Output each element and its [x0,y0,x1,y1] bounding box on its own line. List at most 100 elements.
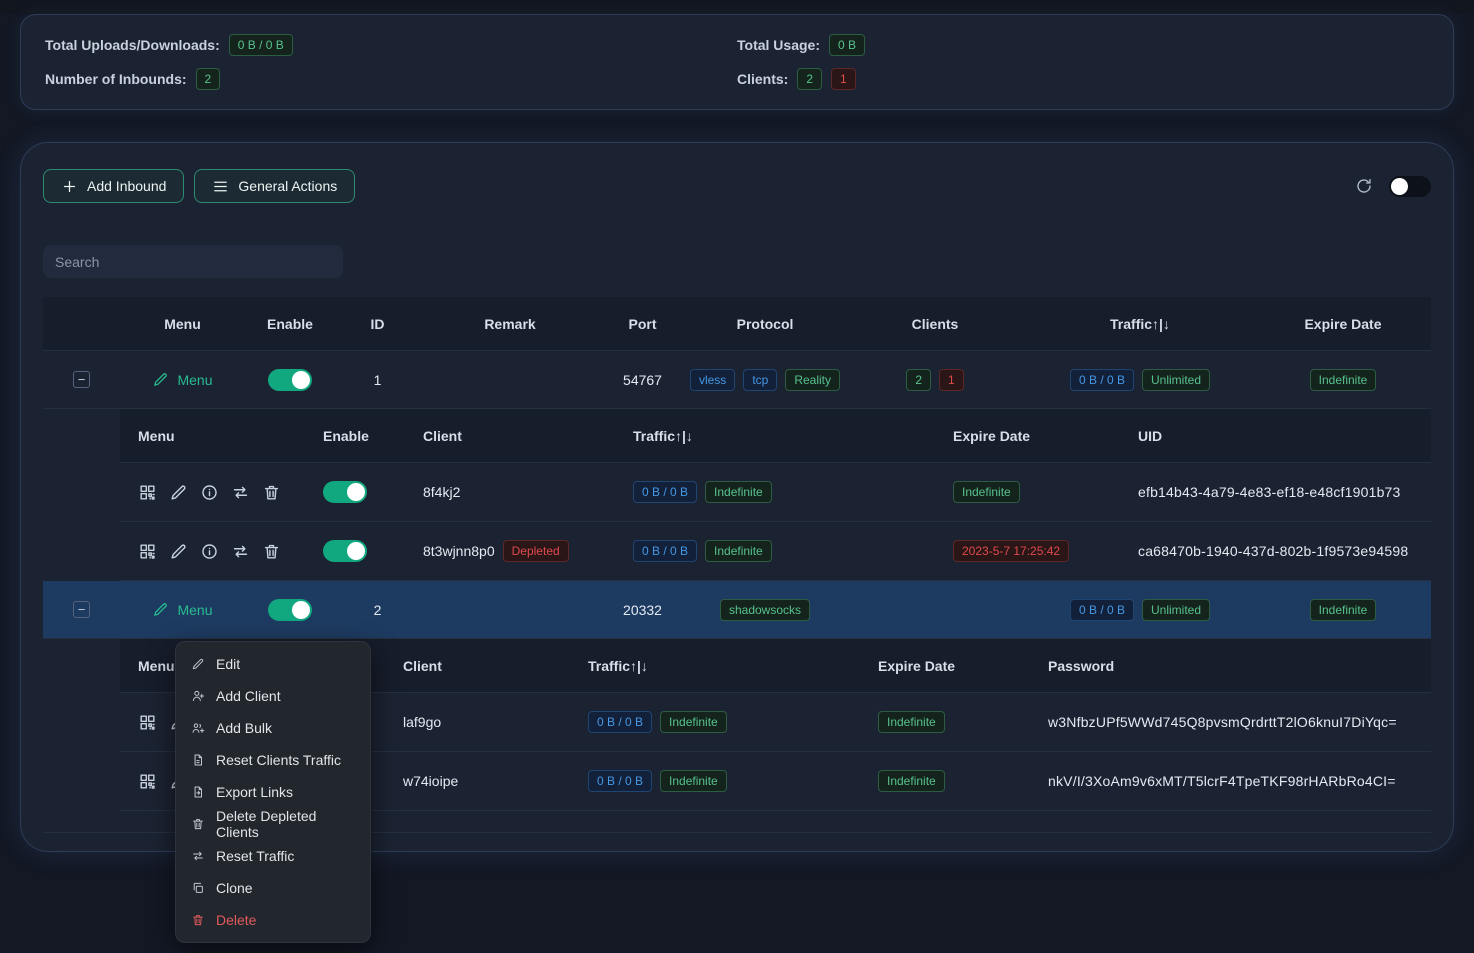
inbound-menu-button[interactable]: Menu [120,601,245,618]
add-inbound-button[interactable]: Add Inbound [43,169,184,203]
qr-code-icon[interactable] [138,542,157,561]
header-traffic-sort[interactable]: Traffic↑|↓ [1025,316,1255,332]
inbound-menu-button[interactable]: Menu [120,371,245,388]
edit-icon [152,601,169,618]
uid-value: efb14b43-4a79-4e83-ef18-e48cf1901b73 [1120,484,1431,500]
general-actions-button[interactable]: General Actions [194,169,355,203]
qr-code-icon[interactable] [138,772,157,791]
menu-item-label: Delete Depleted Clients [216,808,355,840]
protocol-badge: shadowsocks [720,599,810,621]
expire-badge: Indefinite [878,711,945,733]
info-icon[interactable] [200,483,219,502]
expire-badge: Indefinite [1310,369,1377,391]
traffic-cell: 0 B / 0 B Indefinite [570,711,860,733]
refresh-icon[interactable] [1355,177,1373,195]
clients-table-inbound-1: Menu Enable Client Traffic↑|↓ Expire Dat… [120,409,1431,581]
user-plus-icon [191,689,205,703]
traffic-cell: 0 B / 0 B Indefinite [615,481,935,503]
clients-cell: 2 1 [845,369,1025,391]
header-port: Port [600,316,685,332]
edit-icon[interactable] [169,483,188,502]
context-menu-item-reset-traffic[interactable]: Reset Traffic [176,840,370,872]
general-actions-label: General Actions [238,178,337,194]
header-password: Password [1030,658,1431,674]
inbound-row-1: − Menu 1 54767 vless tcp Reality [43,351,1431,409]
collapse-row-button[interactable]: − [73,371,90,388]
stat-value-badge: 0 B [829,34,865,56]
search-input[interactable] [43,245,343,278]
delete-icon[interactable] [262,542,281,561]
client-name-cell: 8t3wjnn8p0 Depleted [405,540,615,562]
qr-code-icon[interactable] [138,713,157,732]
collapse-row-button[interactable]: − [73,601,90,618]
expand-cell: − [43,601,120,618]
expire-badge: 2023-5-7 17:25:42 [953,540,1069,562]
plus-icon [61,178,78,195]
expand-cell: − [43,371,120,388]
qr-code-icon[interactable] [138,483,157,502]
stat-label: Total Uploads/Downloads: [45,37,220,53]
clients-depleted-badge: 1 [831,68,856,90]
header-client: Client [405,428,615,444]
toolbar: Add Inbound General Actions [43,169,1431,203]
stat-label: Number of Inbounds: [45,71,187,87]
context-menu-item-add-client[interactable]: Add Client [176,680,370,712]
protocol-badge: vless [690,369,735,391]
header-traffic-sort[interactable]: Traffic↑|↓ [615,428,935,444]
client-actions [120,542,315,561]
menu-item-label: Reset Clients Traffic [216,752,341,768]
protocol-badge: Reality [785,369,840,391]
menu-lines-icon [212,178,229,195]
delete-icon[interactable] [262,483,281,502]
inbound-enable-toggle[interactable] [268,599,312,621]
trash-icon [191,817,205,831]
context-menu-item-delete-depleted-clients[interactable]: Delete Depleted Clients [176,808,370,840]
header-menu: Menu [120,428,315,444]
client-name: 8f4kj2 [405,484,615,500]
context-menu-item-edit[interactable]: Edit [176,648,370,680]
header-traffic-sort[interactable]: Traffic↑|↓ [570,658,860,674]
menu-item-label: Delete [216,912,256,928]
context-menu-item-clone[interactable]: Clone [176,872,370,904]
context-menu-item-export-links[interactable]: Export Links [176,776,370,808]
file-refresh-icon [191,753,205,767]
swap-arrows-icon [191,849,205,863]
context-menu-item-delete[interactable]: Delete [176,904,370,936]
inbound-context-menu: Edit Add Client Add Bulk Reset Clients T… [175,641,371,943]
header-enable: Enable [245,316,335,332]
traffic-limit-badge: Indefinite [660,770,727,792]
context-menu-item-reset-clients-traffic[interactable]: Reset Clients Traffic [176,744,370,776]
theme-toggle[interactable] [1389,176,1431,197]
enable-cell [315,540,405,562]
traffic-cell: 0 B / 0 B Indefinite [570,770,860,792]
traffic-badge: 0 B / 0 B [1070,599,1134,621]
expire-date-cell: 2023-5-7 17:25:42 [935,540,1120,562]
edit-icon[interactable] [169,542,188,561]
client-enable-toggle[interactable] [323,481,367,503]
header-expire-date: Expire Date [860,658,1030,674]
menu-item-label: Export Links [216,784,293,800]
clients-table-header: Menu Enable Client Traffic↑|↓ Expire Dat… [120,409,1431,463]
stat-value-badge: 2 [196,68,221,90]
stat-label: Clients: [737,71,788,87]
header-expire-date: Expire Date [935,428,1120,444]
client-enable-toggle[interactable] [323,540,367,562]
password-value: nkV/I/3XoAm9v6xMT/T5lcrF4TpeTKF98rHARbRo… [1030,773,1431,789]
reset-traffic-icon[interactable] [231,542,250,561]
uid-value: ca68470b-1940-437d-802b-1f9573e94598 [1120,543,1431,559]
client-name: w74ioipe [385,773,570,789]
reset-traffic-icon[interactable] [231,483,250,502]
traffic-limit-badge: Unlimited [1142,599,1210,621]
inbounds-page: Total Uploads/Downloads: 0 B / 0 B Total… [0,14,1474,953]
trash-icon [191,913,205,927]
toolbar-right [1355,176,1431,197]
header-uid: UID [1120,428,1431,444]
inbounds-table-header: Menu Enable ID Remark Port Protocol Clie… [43,297,1431,351]
clients-online-badge: 2 [906,369,931,391]
password-value: w3NfbzUPf5WWd745Q8pvsmQrdrttT2lO6knuI7Di… [1030,714,1431,730]
context-menu-item-add-bulk[interactable]: Add Bulk [176,712,370,744]
clients-active-badge: 2 [797,68,822,90]
inbound-enable-toggle[interactable] [268,369,312,391]
expire-date-cell: Indefinite [1255,599,1431,621]
info-icon[interactable] [200,542,219,561]
